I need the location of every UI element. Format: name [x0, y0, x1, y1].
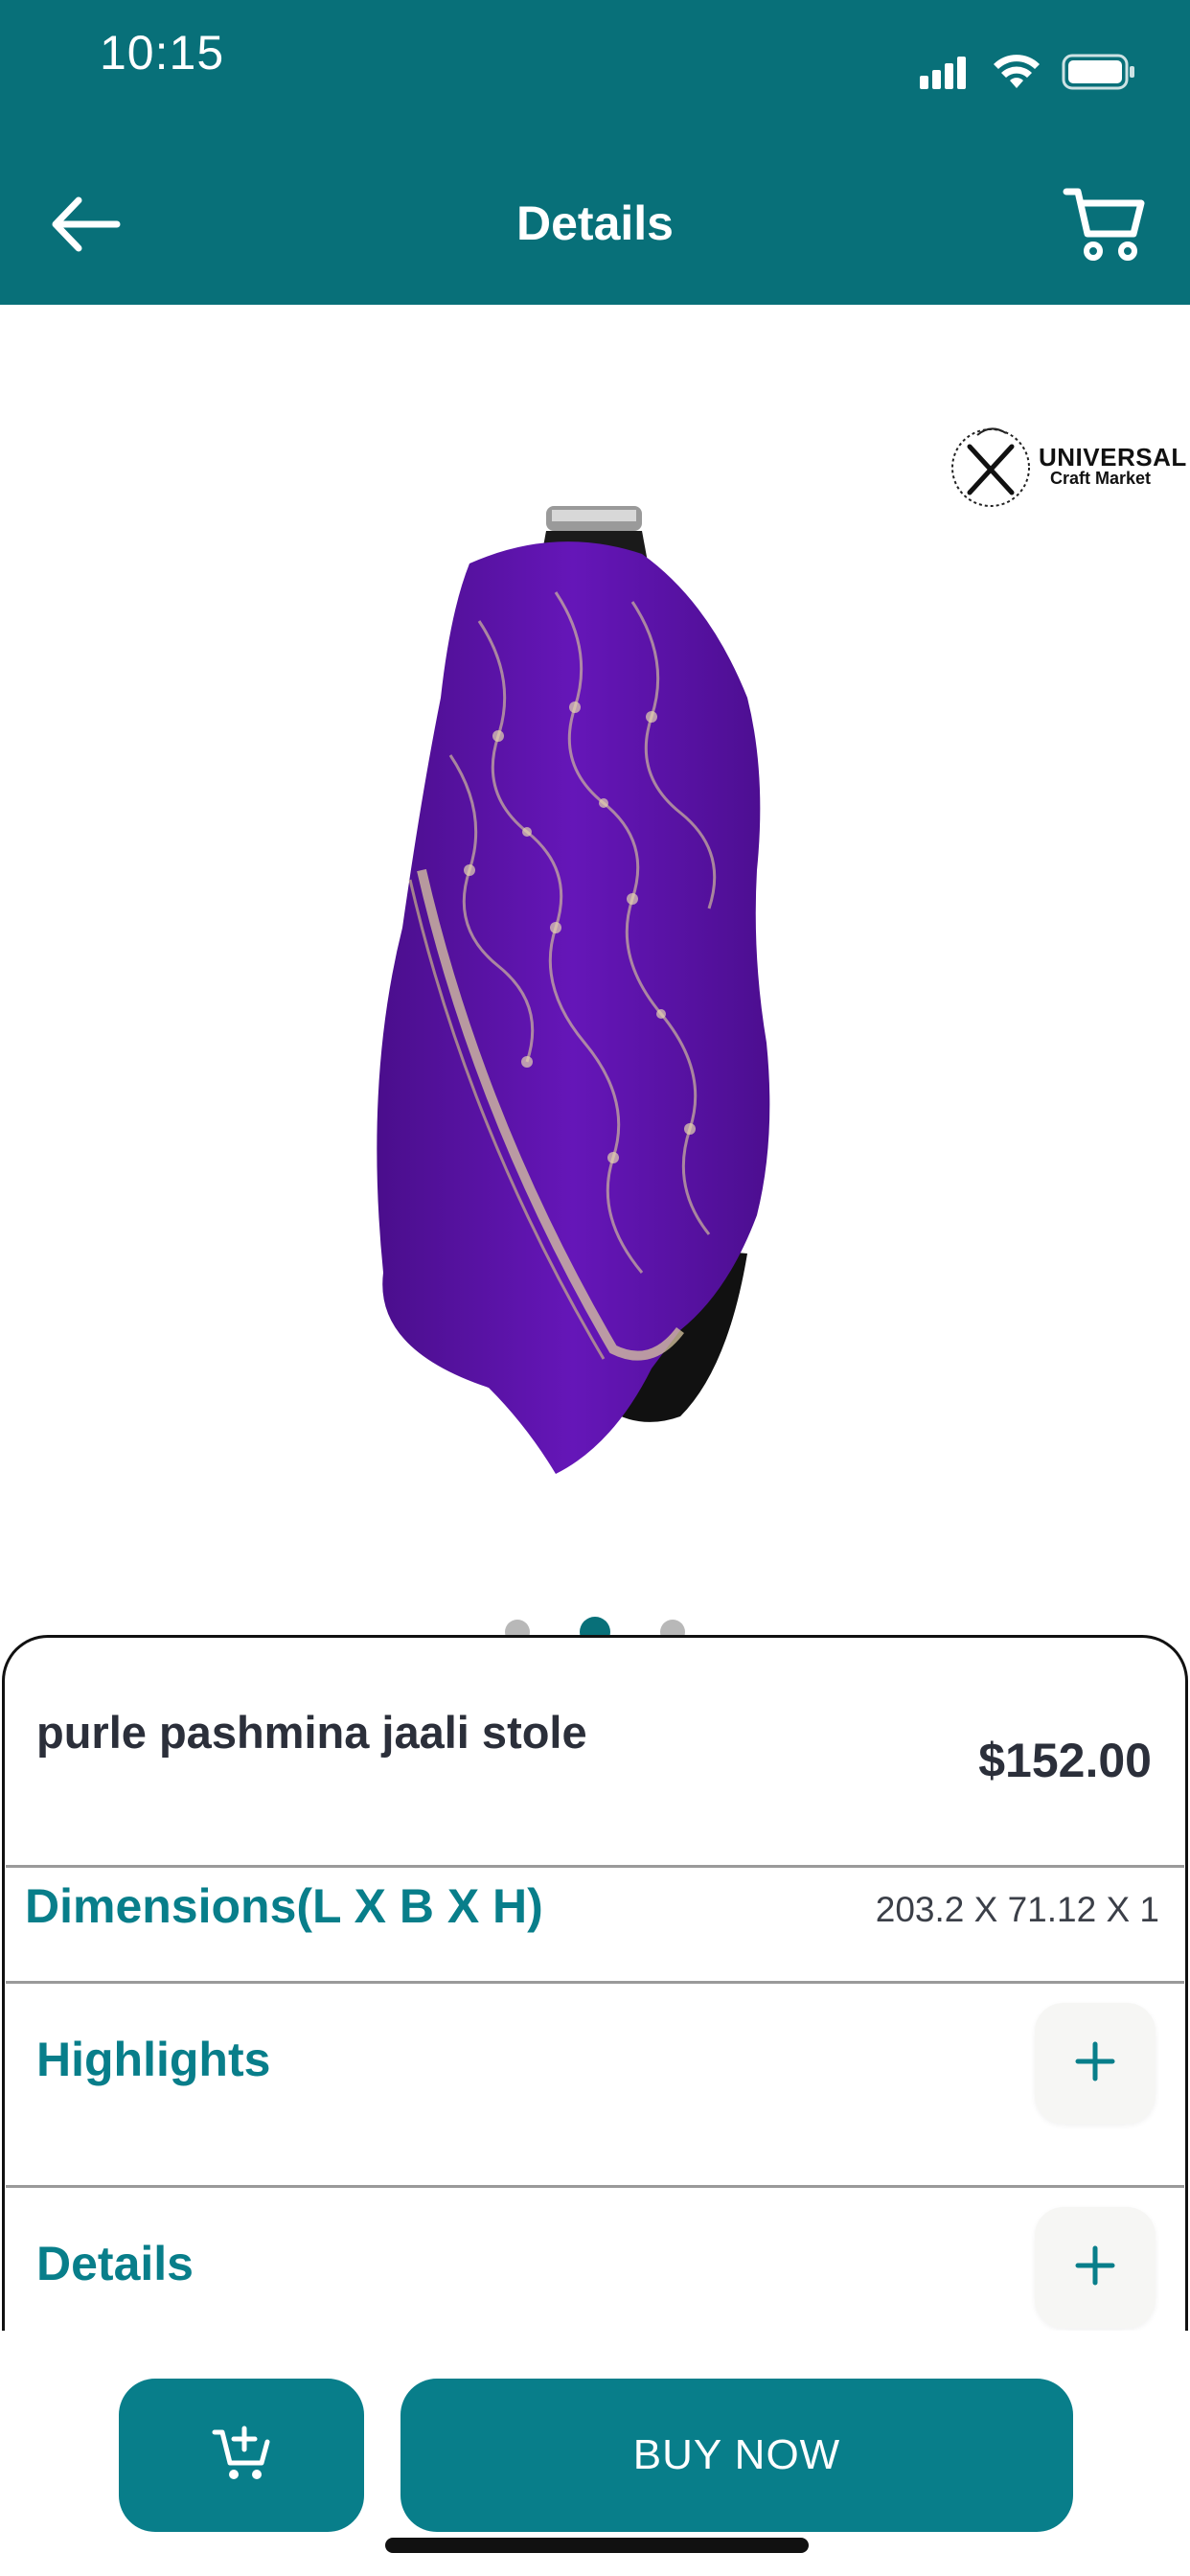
header: 10:15 Details — [0, 0, 1190, 305]
battery-icon — [1062, 54, 1136, 95]
divider — [6, 1865, 1184, 1868]
page-title: Details — [516, 196, 674, 250]
dimensions-value: 203.2 X 71.12 X 1 — [875, 1890, 1159, 1929]
dimensions-label: Dimensions(L X B X H) — [25, 1879, 543, 1933]
brand-text: UNIVERSAL Craft Market — [1039, 443, 1187, 489]
product-price: $152.00 — [978, 1734, 1152, 1787]
add-to-cart-button[interactable] — [119, 2379, 364, 2532]
brand-emblem-icon — [951, 427, 1030, 507]
details-expand-button[interactable] — [1035, 2207, 1156, 2328]
signal-icon — [920, 55, 972, 94]
nav-bar: Details — [0, 178, 1190, 274]
plus-icon — [1074, 2244, 1116, 2291]
product-name: purle pashmina jaali stole — [36, 1707, 587, 1758]
divider — [6, 1981, 1184, 1984]
status-time: 10:15 — [100, 26, 225, 80]
details-label[interactable]: Details — [36, 2236, 194, 2291]
highlights-expand-button[interactable] — [1035, 2003, 1156, 2124]
product-stole-image — [377, 506, 770, 1474]
highlights-label[interactable]: Highlights — [36, 2032, 270, 2087]
product-details-screen: 10:15 Details UNIVERSAL Craft Market pur… — [0, 0, 1190, 2576]
status-icons — [920, 54, 1136, 95]
plus-icon — [1074, 2040, 1116, 2087]
buy-now-button[interactable]: BUY NOW — [400, 2379, 1073, 2532]
brand-logo: UNIVERSAL Craft Market — [949, 418, 1186, 514]
home-indicator[interactable] — [385, 2538, 809, 2553]
cart-icon — [1063, 186, 1145, 267]
cart-button[interactable] — [1056, 184, 1152, 268]
divider — [6, 2185, 1184, 2188]
wifi-icon — [993, 54, 1041, 95]
add-to-cart-icon — [212, 2425, 271, 2487]
product-image-carousel[interactable]: UNIVERSAL Craft Market — [0, 305, 1190, 1627]
